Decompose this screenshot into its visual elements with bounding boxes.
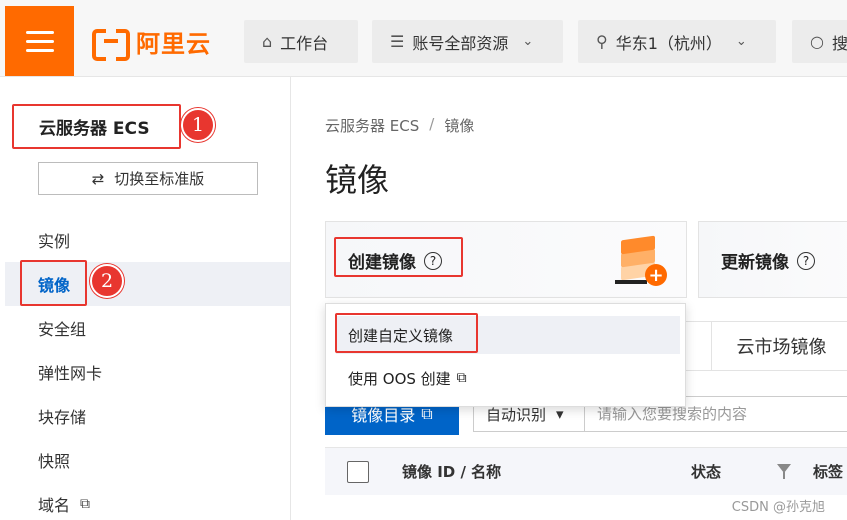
- sidebar-item-label: 域名: [38, 496, 71, 515]
- breadcrumb-separator: /: [429, 115, 435, 133]
- update-image-card[interactable]: 更新镜像 ?: [698, 221, 847, 298]
- page-title: 镜像: [325, 161, 390, 199]
- workbench-label: 工作台: [280, 33, 329, 53]
- column-status: 状态: [691, 463, 722, 481]
- image-stack-add-icon: +: [615, 234, 667, 286]
- chevron-down-icon: ⌄: [522, 34, 534, 49]
- switch-standard-button[interactable]: ⇄ 切换至标准版: [38, 162, 258, 195]
- sidebar-item-eni[interactable]: 弹性网卡: [5, 350, 290, 394]
- menu-item-create-with-oos[interactable]: 使用 OOS 创建 ⧉: [336, 359, 680, 397]
- switch-label: 切换至标准版: [114, 170, 205, 188]
- breadcrumb: 云服务器 ECS / 镜像: [325, 115, 474, 136]
- sidebar-item-label: 快照: [38, 452, 71, 471]
- step-marker-2: 2: [90, 264, 124, 298]
- region-label: 华东1（杭州）: [615, 33, 722, 53]
- select-all-checkbox[interactable]: [347, 461, 369, 483]
- annotation-box-create-custom-image: [335, 313, 478, 353]
- search-glyph: 搜: [831, 33, 847, 53]
- menu-item-label: 使用 OOS 创建: [348, 369, 451, 388]
- sidebar-item-security-groups[interactable]: 安全组: [5, 306, 290, 350]
- external-link-icon: ⧉: [456, 370, 467, 386]
- annotation-box-create-image: [334, 237, 463, 277]
- swap-icon: ⇄: [91, 169, 105, 188]
- sidebar-item-label: 块存储: [38, 408, 87, 427]
- search-icon: ○: [810, 32, 824, 51]
- table-header: 镜像 ID / 名称 状态 标签: [325, 447, 847, 495]
- sidebar-item-label: 实例: [38, 232, 71, 251]
- update-image-label: 更新镜像: [721, 253, 789, 273]
- breadcrumb-root[interactable]: 云服务器 ECS: [325, 115, 419, 136]
- sidebar-item-instances[interactable]: 实例: [5, 218, 290, 262]
- region-selector[interactable]: ⚲ 华东1（杭州） ⌄: [578, 20, 776, 63]
- column-image-id: 镜像 ID / 名称: [402, 463, 502, 481]
- location-pin-icon: ⚲: [596, 32, 608, 51]
- caret-down-icon: ▾: [556, 405, 564, 423]
- help-icon[interactable]: ?: [797, 251, 815, 270]
- workbench-button[interactable]: ⌂ 工作台: [244, 20, 358, 63]
- filter-icon[interactable]: [777, 464, 791, 479]
- step-marker-1: 1: [181, 108, 215, 142]
- sidebar-item-snapshots[interactable]: 快照: [5, 438, 290, 482]
- sidebar-item-block-storage[interactable]: 块存储: [5, 394, 290, 438]
- aliyun-logo[interactable]: 阿里云: [92, 26, 211, 61]
- aliyun-logo-mark: [92, 29, 130, 61]
- breadcrumb-current: 镜像: [444, 117, 475, 135]
- top-bar: 阿里云 ⌂ 工作台 ☰ 账号全部资源 ⌄ ⚲ 华东1（杭州） ⌄ ○ 搜: [0, 0, 847, 77]
- sidebar-item-label: 弹性网卡: [38, 364, 103, 383]
- global-search[interactable]: ○ 搜: [792, 20, 847, 63]
- update-image-label-group: 更新镜像 ?: [721, 248, 815, 273]
- home-icon: ⌂: [262, 32, 273, 51]
- server-icon: ☰: [390, 32, 405, 51]
- chevron-down-icon: ⌄: [735, 34, 747, 49]
- sidebar-item-label: 安全组: [38, 320, 87, 339]
- menu-icon[interactable]: [5, 6, 74, 76]
- account-resources-label: 账号全部资源: [412, 33, 509, 53]
- sidebar-item-domains[interactable]: 域名 ⧉: [5, 482, 290, 520]
- tab-marketplace-images[interactable]: 云市场镜像: [711, 321, 847, 371]
- column-tags: 标签: [813, 463, 844, 481]
- account-resources-dropdown[interactable]: ☰ 账号全部资源 ⌄: [372, 20, 563, 63]
- logo-text: 阿里云: [136, 29, 211, 58]
- annotation-box-images: [20, 260, 87, 306]
- watermark: CSDN @孙克旭: [731, 500, 825, 515]
- external-link-icon: ⧉: [421, 404, 433, 423]
- sidebar: 云服务器 ECS ⇄ 切换至标准版 实例 镜像 安全组 弹性网卡 块存储 快照 …: [5, 77, 291, 520]
- sidebar-title: 云服务器 ECS: [12, 104, 181, 149]
- external-link-icon: ⧉: [80, 496, 91, 512]
